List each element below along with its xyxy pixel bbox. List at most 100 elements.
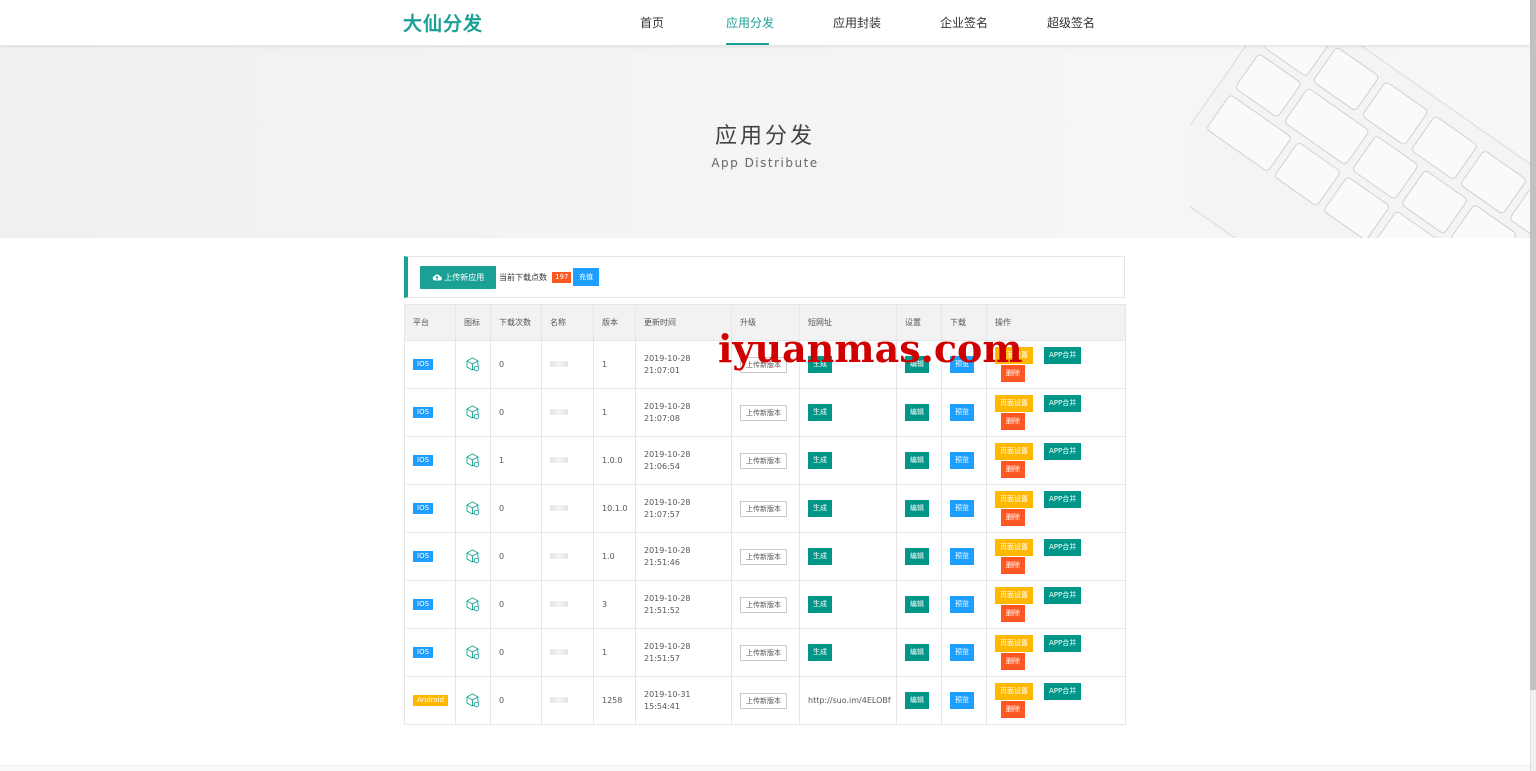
settings-cell: 编辑 — [896, 484, 942, 533]
update-time-cell: 2019-10-28 21:07:08 — [635, 388, 732, 437]
upload-new-version-button[interactable]: 上传新版本 — [740, 548, 787, 565]
short-url-cell: 生成 — [799, 628, 897, 677]
download-cell: 预览 — [941, 388, 987, 437]
table-row: IOS 0 1 2019-10-28 21:51:57 上传新版本 生成 编辑 预览 页面设置 AP… — [404, 628, 1126, 677]
vertical-scrollbar[interactable] — [1530, 0, 1536, 771]
app-name-blurred — [550, 553, 568, 559]
app-merge-button[interactable]: APP合并 — [1044, 347, 1082, 364]
upload-new-version-button[interactable]: 上传新版本 — [740, 404, 787, 421]
delete-button[interactable]: 删除 — [1001, 557, 1025, 574]
name-cell — [541, 532, 594, 581]
edit-button[interactable]: 编辑 — [905, 692, 929, 709]
preview-button[interactable]: 预览 — [950, 452, 974, 469]
app-merge-button[interactable]: APP合并 — [1044, 683, 1082, 700]
nav-app-package[interactable]: 应用封装 — [833, 14, 881, 31]
nav-home[interactable]: 首页 — [640, 14, 664, 31]
downloads-cell: 0 — [490, 580, 542, 629]
name-cell — [541, 388, 594, 437]
preview-button[interactable]: 预览 — [950, 404, 974, 421]
short-url-cell: 生成 — [799, 580, 897, 629]
app-merge-button[interactable]: APP合并 — [1044, 491, 1082, 508]
preview-button[interactable]: 预览 — [950, 548, 974, 565]
upgrade-cell: 上传新版本 — [731, 436, 800, 485]
delete-button[interactable]: 删除 — [1001, 701, 1025, 718]
name-cell — [541, 676, 594, 725]
nav-super-sign[interactable]: 超级签名 — [1047, 14, 1095, 31]
edit-button[interactable]: 编辑 — [905, 596, 929, 613]
app-name-blurred — [550, 697, 568, 703]
app-merge-button[interactable]: APP合并 — [1044, 587, 1082, 604]
edit-button[interactable]: 编辑 — [905, 644, 929, 661]
page-settings-button[interactable]: 页面设置 — [995, 395, 1033, 412]
generate-url-button[interactable]: 生成 — [808, 500, 832, 517]
edit-button[interactable]: 编辑 — [905, 500, 929, 517]
app-name-blurred — [550, 457, 568, 463]
app-merge-button[interactable]: APP合并 — [1044, 443, 1082, 460]
update-date: 2019-10-28 — [644, 353, 691, 363]
generate-url-button[interactable]: 生成 — [808, 596, 832, 613]
downloads-cell: 0 — [490, 484, 542, 533]
upload-new-version-button[interactable]: 上传新版本 — [740, 500, 787, 517]
update-clock: 21:51:52 — [644, 605, 680, 615]
platform-badge: IOS — [413, 551, 434, 562]
upload-new-version-button[interactable]: 上传新版本 — [740, 644, 787, 661]
generate-url-button[interactable]: 生成 — [808, 404, 832, 421]
preview-button[interactable]: 预览 — [950, 500, 974, 517]
edit-button[interactable]: 编辑 — [905, 404, 929, 421]
generate-url-button[interactable]: 生成 — [808, 548, 832, 565]
table-row: IOS 0 1.0 2019-10-28 21:51:46 上传新版本 生成 编辑 预览 页面设置… — [404, 532, 1126, 581]
upload-new-version-button[interactable]: 上传新版本 — [740, 452, 787, 469]
page-settings-button[interactable]: 页面设置 — [995, 491, 1033, 508]
delete-button[interactable]: 删除 — [1001, 605, 1025, 622]
icon-cell — [455, 436, 491, 485]
nav-app-distribute[interactable]: 应用分发 — [726, 14, 774, 31]
downloads-cell: 0 — [490, 628, 542, 677]
upgrade-cell: 上传新版本 — [731, 484, 800, 533]
short-url-link[interactable]: http://suo.im/4ELOBf — [808, 696, 891, 705]
recharge-button[interactable]: 充值 — [573, 268, 599, 286]
upload-new-version-button[interactable]: 上传新版本 — [740, 596, 787, 613]
col-downloads: 下载次数 — [490, 304, 542, 341]
delete-button[interactable]: 删除 — [1001, 461, 1025, 478]
version-cell: 3 — [593, 580, 636, 629]
page-settings-button[interactable]: 页面设置 — [995, 635, 1033, 652]
preview-button[interactable]: 预览 — [950, 692, 974, 709]
page-settings-button[interactable]: 页面设置 — [995, 587, 1033, 604]
platform-badge: IOS — [413, 647, 434, 658]
icon-cell — [455, 580, 491, 629]
update-clock: 21:06:54 — [644, 461, 680, 471]
app-name-blurred — [550, 649, 568, 655]
platform-cell: IOS — [404, 484, 456, 533]
edit-button[interactable]: 编辑 — [905, 452, 929, 469]
scrollbar-thumb[interactable] — [1530, 0, 1536, 690]
preview-button[interactable]: 预览 — [950, 644, 974, 661]
short-url-cell: 生成 — [799, 484, 897, 533]
generate-url-button[interactable]: 生成 — [808, 452, 832, 469]
delete-button[interactable]: 删除 — [1001, 413, 1025, 430]
upload-new-app-button[interactable]: 上传新应用 — [420, 266, 496, 289]
app-merge-button[interactable]: APP合并 — [1044, 395, 1082, 412]
name-cell — [541, 484, 594, 533]
update-clock: 21:07:08 — [644, 413, 680, 423]
delete-button[interactable]: 删除 — [1001, 509, 1025, 526]
edit-button[interactable]: 编辑 — [905, 548, 929, 565]
platform-badge: Android — [413, 695, 449, 706]
icon-cell — [455, 676, 491, 725]
table-row: IOS 0 1 2019-10-28 21:07:08 上传新版本 生成 编辑 预览 页面设置 AP… — [404, 388, 1126, 437]
nav-enterprise-sign[interactable]: 企业签名 — [940, 14, 988, 31]
page-footer — [0, 765, 1530, 771]
generate-url-button[interactable]: 生成 — [808, 644, 832, 661]
table-body: IOS 0 1 2019-10-28 21:07:01 上传新版本 生成 编辑 预览 页面设置 AP… — [404, 340, 1126, 725]
site-logo[interactable]: 大仙分发 — [403, 9, 483, 36]
page-settings-button[interactable]: 页面设置 — [995, 443, 1033, 460]
update-clock: 21:07:57 — [644, 509, 680, 519]
settings-cell: 编辑 — [896, 388, 942, 437]
app-icon — [464, 500, 481, 517]
page-settings-button[interactable]: 页面设置 — [995, 539, 1033, 556]
upload-new-version-button[interactable]: 上传新版本 — [740, 692, 787, 709]
page-settings-button[interactable]: 页面设置 — [995, 683, 1033, 700]
preview-button[interactable]: 预览 — [950, 596, 974, 613]
app-merge-button[interactable]: APP合并 — [1044, 635, 1082, 652]
app-merge-button[interactable]: APP合并 — [1044, 539, 1082, 556]
delete-button[interactable]: 删除 — [1001, 653, 1025, 670]
